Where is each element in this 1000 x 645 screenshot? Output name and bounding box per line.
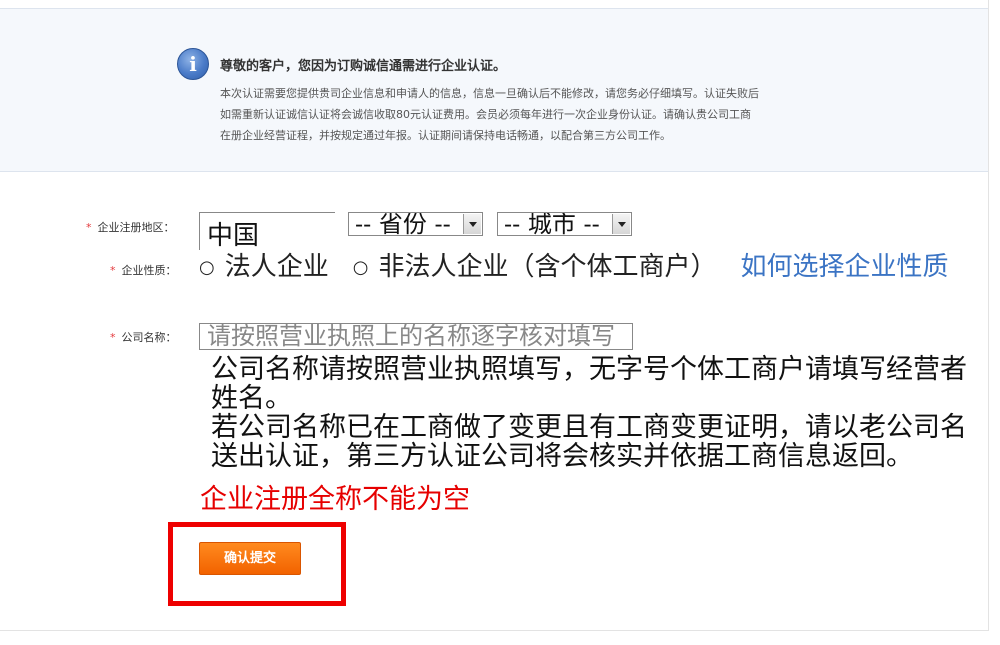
country-select[interactable]: 中国	[199, 212, 335, 250]
nature-options: ○ 法人企业 ○ 非法人企业（含个体工商户） 如何选择企业性质	[199, 252, 989, 283]
notice-line: 本次认证需要您提供贵司企业信息和申请人的信息，信息一旦确认后不能修改，请您务必仔…	[220, 87, 759, 100]
required-mark: *	[110, 264, 116, 277]
required-mark: *	[86, 221, 92, 234]
notice-title: 尊敬的客户，您因为订购诚信通需进行企业认证。	[220, 59, 507, 74]
company-name-label: 公司名称：	[121, 331, 177, 344]
radio-legal-entity-label: 法人企业	[224, 252, 329, 282]
info-icon: i	[177, 48, 209, 80]
radio-circle-icon: ○	[352, 257, 369, 278]
nature-label: 企业性质：	[121, 264, 177, 277]
required-mark: *	[110, 331, 116, 344]
region-label: 企业注册地区：	[97, 221, 175, 234]
chevron-down-icon	[463, 214, 481, 234]
province-select[interactable]: -- 省份 --	[348, 212, 483, 236]
notice-panel: i 尊敬的客户，您因为订购诚信通需进行企业认证。 本次认证需要您提供贵司企业信息…	[0, 8, 988, 172]
region-label-row: * 企业注册地区：	[86, 219, 175, 235]
company-name-label-row: * 公司名称：	[110, 329, 177, 345]
submit-button[interactable]: 确认提交	[199, 542, 301, 575]
radio-non-legal-entity[interactable]: ○ 非法人企业（含个体工商户）	[353, 252, 717, 282]
radio-legal-entity[interactable]: ○ 法人企业	[199, 252, 329, 282]
hint-line: 公司名称请按照营业执照填写，无字号个体工商户请填写经营者姓名。	[211, 354, 967, 414]
nature-label-row: * 企业性质：	[110, 262, 177, 278]
error-message: 企业注册全称不能为空	[200, 484, 470, 515]
notice-line: 如需重新认证诚信认证将会诚信收取80元认证费用。会员必须每年进行一次企业身份认证…	[220, 108, 751, 121]
nature-help-link[interactable]: 如何选择企业性质	[740, 252, 948, 282]
province-select-value: -- 省份 --	[355, 212, 451, 236]
company-name-hint: 公司名称请按照营业执照填写，无字号个体工商户请填写经营者姓名。 若公司名称已在工…	[211, 355, 971, 471]
notice-body: 本次认证需要您提供贵司企业信息和申请人的信息，信息一旦确认后不能修改，请您务必仔…	[220, 83, 820, 146]
city-select[interactable]: -- 城市 --	[497, 212, 632, 236]
radio-circle-icon: ○	[199, 257, 215, 278]
company-name-input[interactable]: 请按照营业执照上的名称逐字核对填写	[199, 323, 633, 350]
notice-line: 在册企业经营证程，并按规定通过年报。认证期间请保持电话畅通，以配合第三方公司工作…	[220, 129, 671, 142]
hint-line: 若公司名称已在工商做了变更且有工商变更证明，请以老公司名送出认证，第三方认证公司…	[211, 412, 967, 472]
radio-non-legal-entity-label: 非法人企业（含个体工商户）	[378, 252, 717, 282]
city-select-value: -- 城市 --	[504, 212, 600, 236]
chevron-down-icon	[612, 214, 630, 234]
